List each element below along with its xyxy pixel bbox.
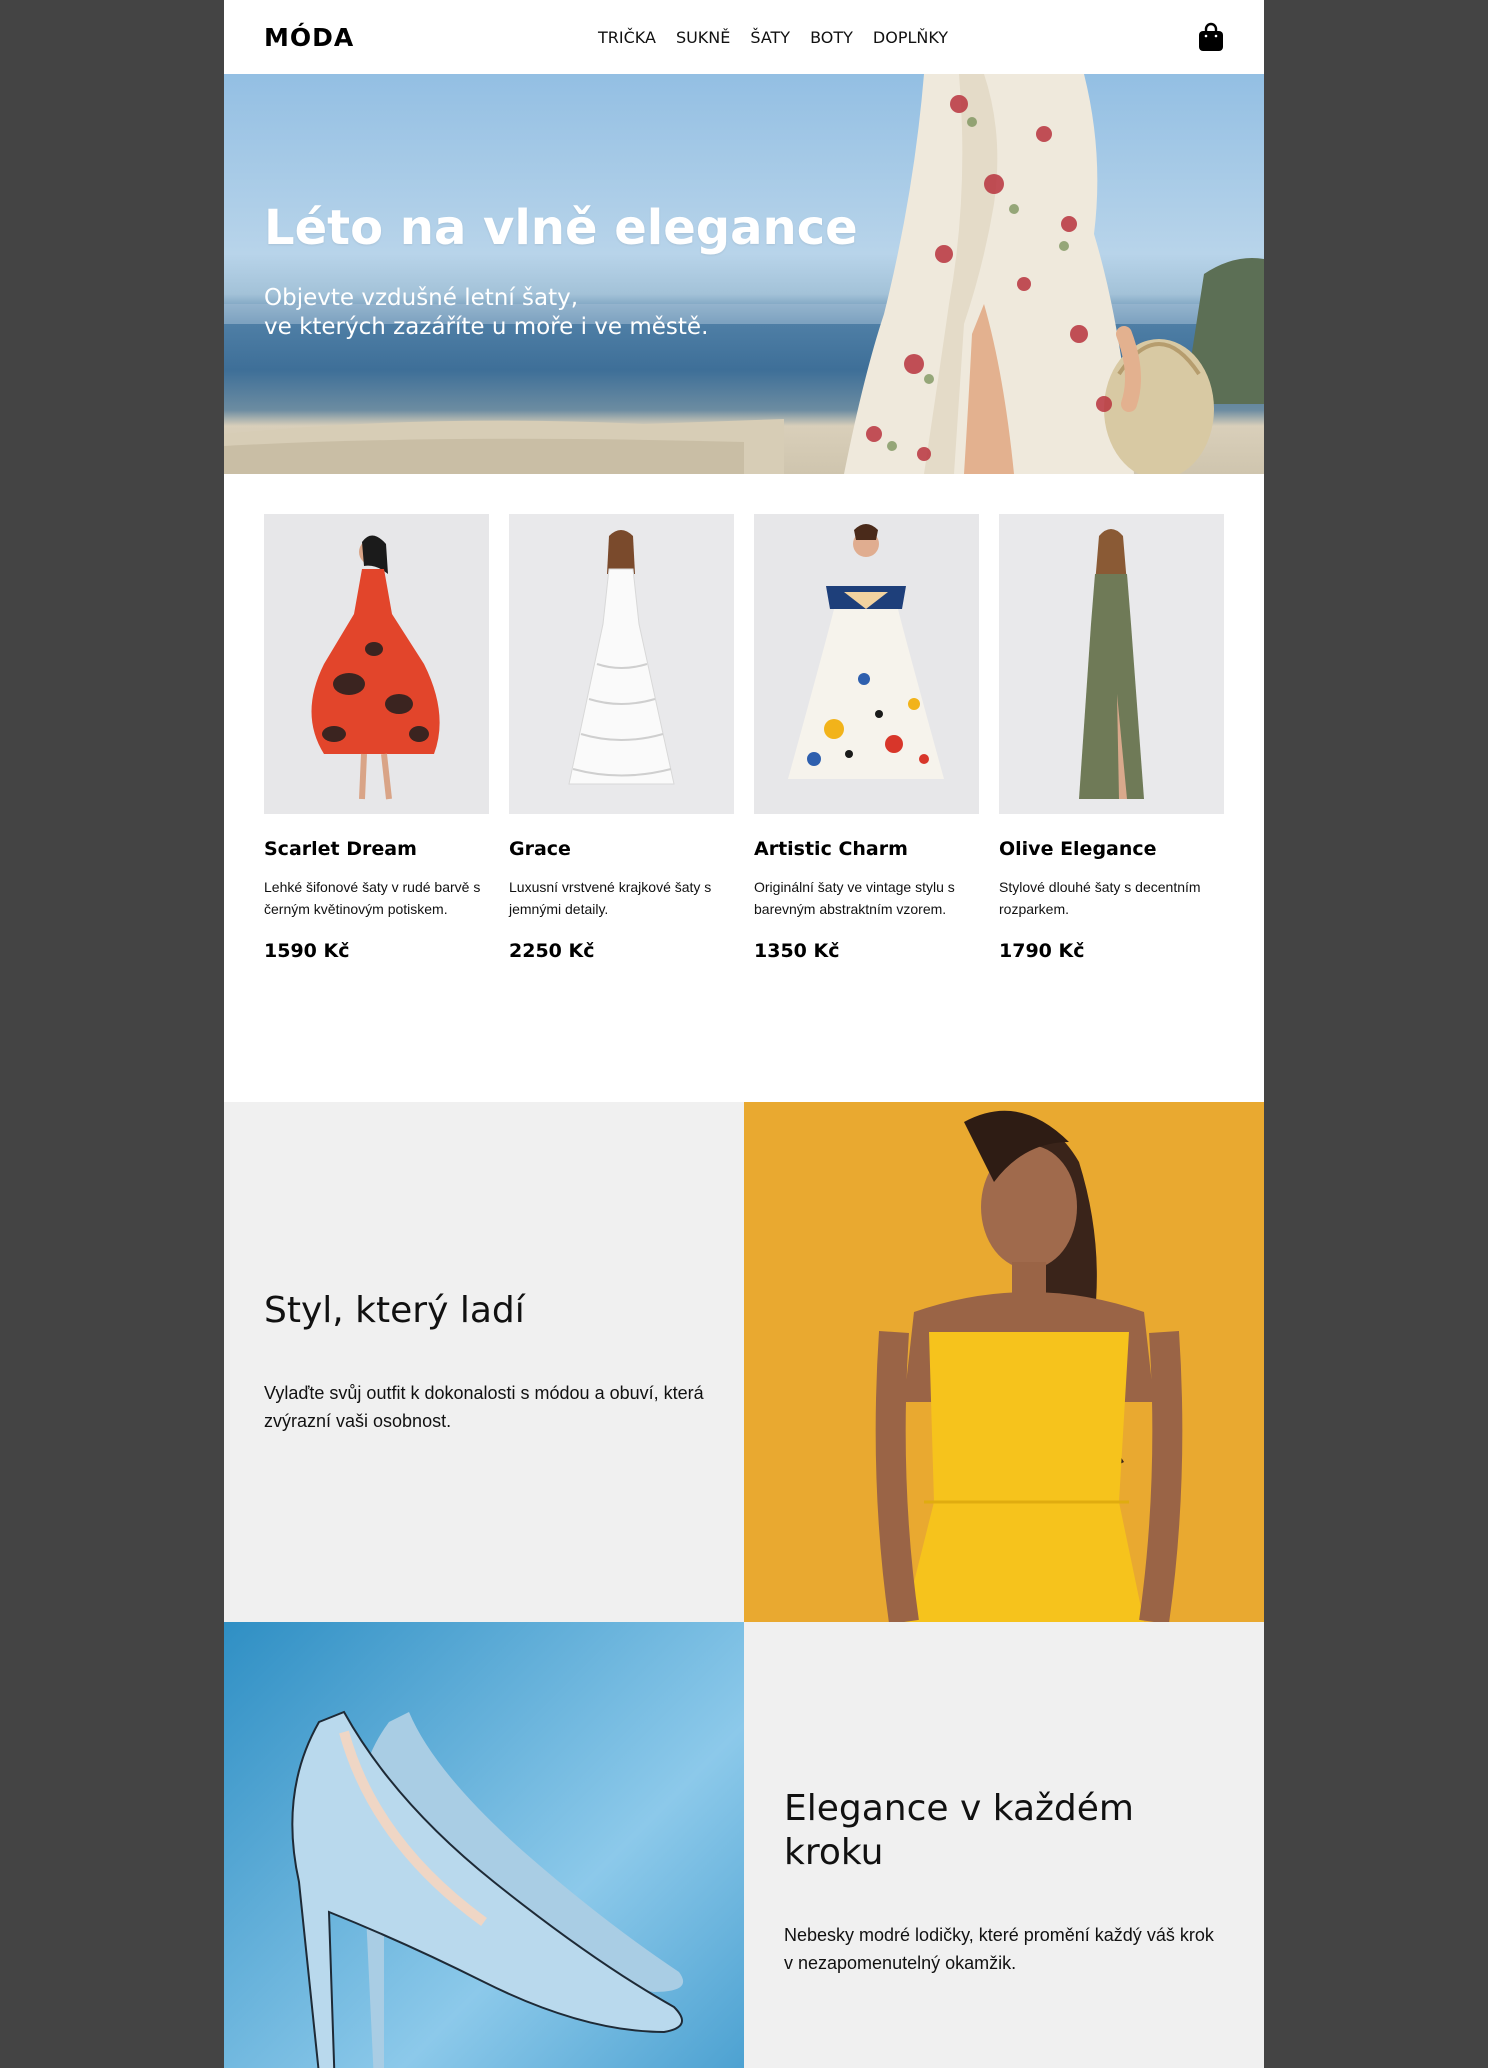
product-image[interactable] — [754, 514, 979, 814]
hero-banner: Léto na vlně elegance Objevte vzdušné le… — [224, 74, 1264, 474]
product-image[interactable] — [999, 514, 1224, 814]
feature-title: Styl, který ladí — [264, 1290, 525, 1331]
nav-item-sukne[interactable]: SUKNĚ — [676, 28, 730, 47]
shopping-bag-icon[interactable] — [1198, 22, 1224, 52]
product-price: 1790 Kč — [999, 940, 1085, 962]
hero-image — [224, 74, 1264, 474]
nav-item-boty[interactable]: BOTY — [810, 28, 853, 47]
product-card[interactable]: Olive Elegance Stylové dlouhé šaty s dec… — [999, 514, 1224, 1102]
feature-text-panel: Styl, který ladí Vylaďte svůj outfit k d… — [224, 1102, 744, 1622]
nav-item-doplnky[interactable]: DOPLŇKY — [873, 28, 948, 47]
top-nav: MÓDA TRIČKA SUKNĚ ŠATY BOTY DOPLŇKY — [224, 0, 1264, 74]
brand-logo[interactable]: MÓDA — [264, 23, 354, 52]
product-price: 2250 Kč — [509, 940, 595, 962]
feature-text-panel: Elegance v každém kroku Nebesky modré lo… — [744, 1622, 1264, 2068]
product-description: Originální šaty ve vintage stylu s barev… — [754, 879, 955, 917]
page: MÓDA TRIČKA SUKNĚ ŠATY BOTY DOPLŇKY Léto… — [224, 0, 1264, 2068]
feature-elegance: Elegance v každém kroku Nebesky modré lo… — [224, 1622, 1264, 2068]
product-description: Lehké šifonové šaty v rudé barvě s černý… — [264, 879, 481, 917]
product-image[interactable] — [509, 514, 734, 814]
product-price: 1590 Kč — [264, 940, 350, 962]
product-price: 1350 Kč — [754, 940, 840, 962]
product-card[interactable]: Artistic Charm Originální šaty ve vintag… — [754, 514, 979, 1102]
feature-style: Styl, který ladí Vylaďte svůj outfit k d… — [224, 1102, 1264, 1622]
main-menu: TRIČKA SUKNĚ ŠATY BOTY DOPLŇKY — [598, 0, 948, 74]
product-description: Luxusní vrstvené krajkové šaty s jemnými… — [509, 879, 712, 917]
product-name[interactable]: Olive Elegance — [999, 838, 1224, 860]
product-card[interactable]: Grace Luxusní vrstvené krajkové šaty s j… — [509, 514, 734, 1102]
hero-title: Léto na vlně elegance — [264, 200, 858, 256]
product-image[interactable] — [264, 514, 489, 814]
nav-item-saty[interactable]: ŠATY — [750, 28, 790, 47]
hero-subtitle-line: ve kterých zazáříte u moře i ve městě. — [264, 314, 709, 340]
feature-image — [744, 1102, 1264, 1622]
product-name[interactable]: Artistic Charm — [754, 838, 979, 860]
hero-subtitle: Objevte vzdušné letní šaty, ve kterých z… — [264, 284, 764, 342]
nav-item-tricka[interactable]: TRIČKA — [598, 28, 656, 47]
product-description: Stylové dlouhé šaty s decentním rozparke… — [999, 879, 1201, 917]
feature-title: Elegance v každém kroku — [784, 1788, 1134, 1873]
product-name[interactable]: Grace — [509, 838, 734, 860]
hero-subtitle-line: Objevte vzdušné letní šaty, — [264, 285, 579, 311]
product-name[interactable]: Scarlet Dream — [264, 838, 489, 860]
feature-image — [224, 1622, 744, 2068]
product-grid: Scarlet Dream Lehké šifonové šaty v rudé… — [224, 474, 1264, 1102]
feature-body: Nebesky modré lodičky, které promění kaž… — [784, 1925, 1214, 1973]
feature-body: Vylaďte svůj outfit k dokonalosti s módo… — [264, 1383, 704, 1431]
product-card[interactable]: Scarlet Dream Lehké šifonové šaty v rudé… — [264, 514, 489, 1102]
